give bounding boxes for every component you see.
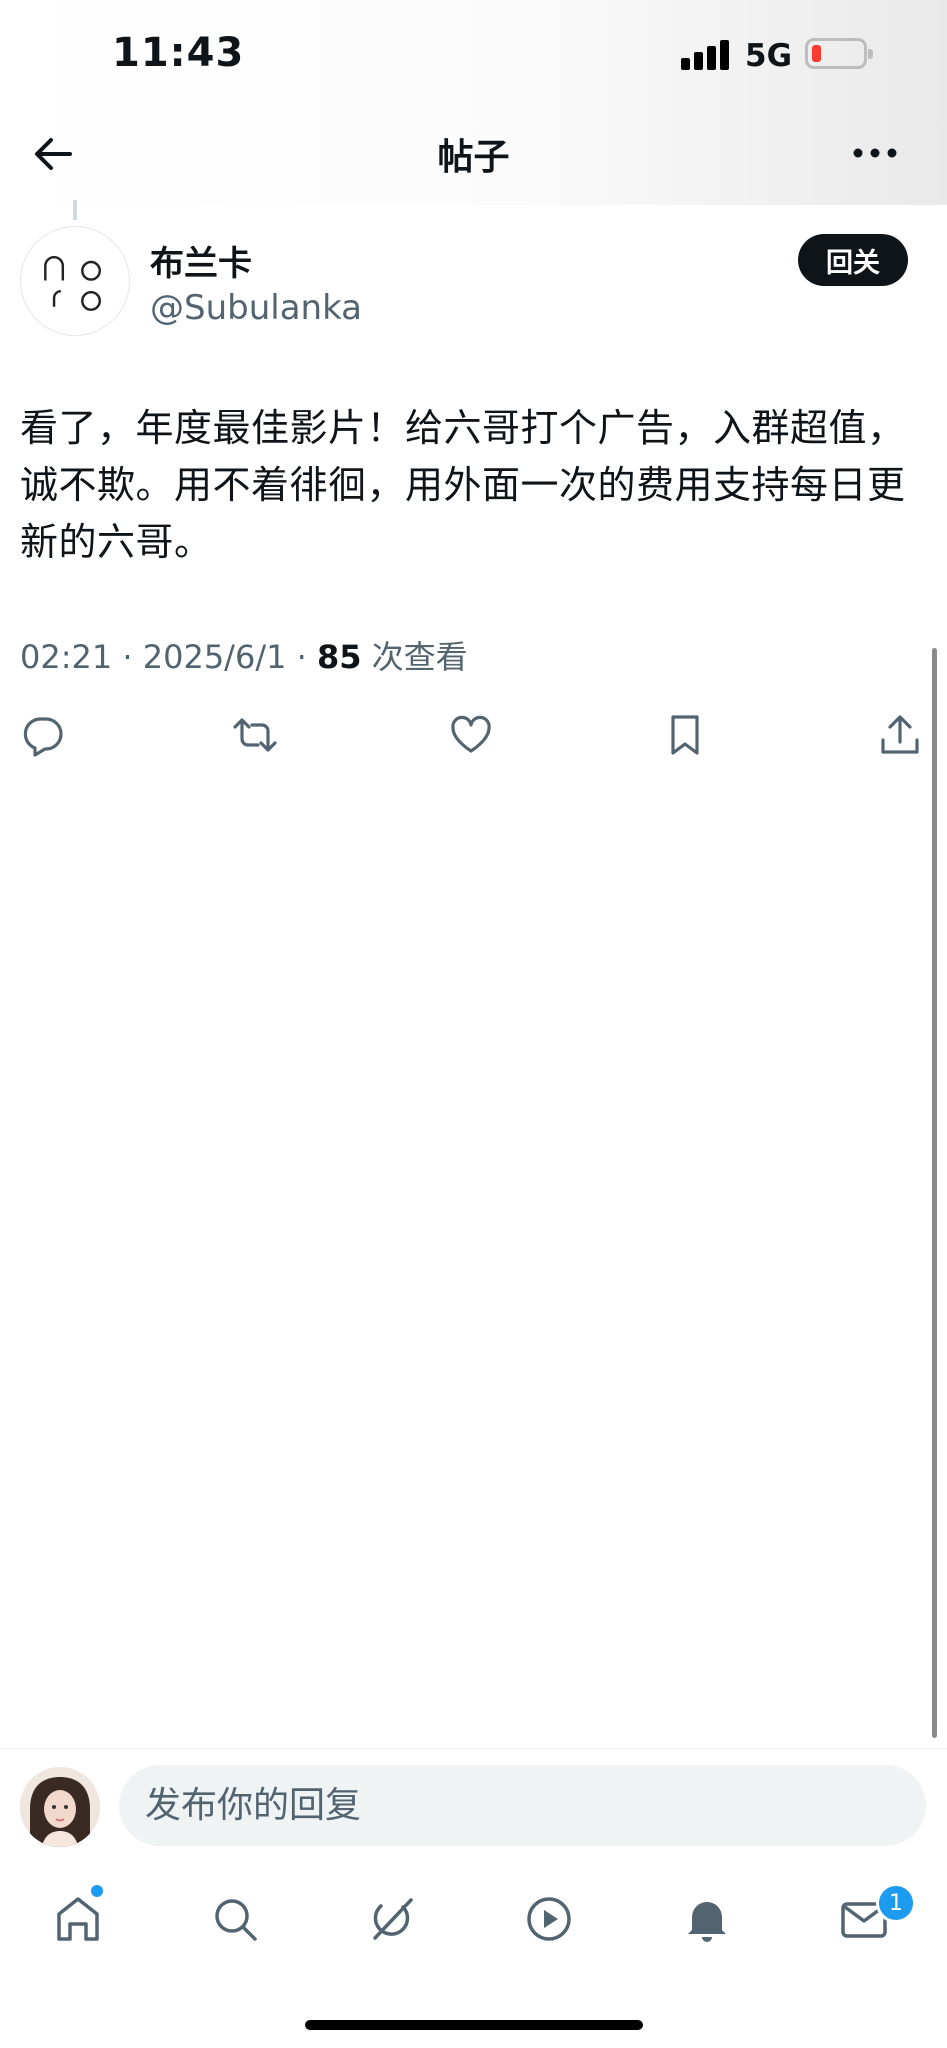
view-count[interactable]: 85 xyxy=(317,638,362,676)
grok-icon[interactable] xyxy=(365,1892,419,1946)
author-handle[interactable]: @Subulanka xyxy=(150,288,362,328)
separator: · xyxy=(122,638,143,676)
repost-icon[interactable] xyxy=(232,712,278,758)
thread-line xyxy=(73,200,77,220)
page-title: 帖子 xyxy=(437,137,510,178)
home-icon[interactable] xyxy=(51,1892,105,1946)
reply-input[interactable] xyxy=(119,1765,926,1846)
follow-back-button[interactable]: 回关 xyxy=(798,234,908,286)
bookmark-icon[interactable] xyxy=(662,712,708,758)
share-icon[interactable] xyxy=(877,712,923,758)
video-icon[interactable] xyxy=(522,1892,576,1946)
battery-icon xyxy=(805,38,873,69)
divider xyxy=(0,1748,947,1749)
notifications-icon[interactable] xyxy=(680,1892,734,1946)
user-avatar[interactable] xyxy=(20,1767,100,1847)
messages-badge: 1 xyxy=(876,1883,916,1923)
post-text: 看了，年度最佳影片！给六哥打个广告，入群超值，诚不欺。用不着徘徊，用外面一次的费… xyxy=(20,406,906,564)
scrollbar[interactable] xyxy=(932,648,937,1738)
separator: · xyxy=(296,638,317,676)
network-label: 5G xyxy=(745,38,793,74)
status-time: 11:43 xyxy=(112,30,245,76)
reply-icon[interactable] xyxy=(20,712,66,758)
home-indicator[interactable] xyxy=(305,2020,643,2030)
post-time: 02:21 xyxy=(20,638,113,676)
search-icon[interactable] xyxy=(208,1892,262,1946)
views-label[interactable]: 次查看 xyxy=(372,638,468,676)
post-date: 2025/6/1 xyxy=(142,638,287,676)
like-icon[interactable] xyxy=(448,712,494,758)
signal-icon xyxy=(681,40,731,70)
more-options-icon[interactable] xyxy=(852,138,898,168)
home-unread-dot xyxy=(91,1885,103,1897)
post-meta: 02:21 · 2025/6/1 · 85 次查看 xyxy=(20,632,468,678)
author-name[interactable]: 布兰卡 xyxy=(150,236,252,285)
author-avatar[interactable] xyxy=(20,226,130,336)
